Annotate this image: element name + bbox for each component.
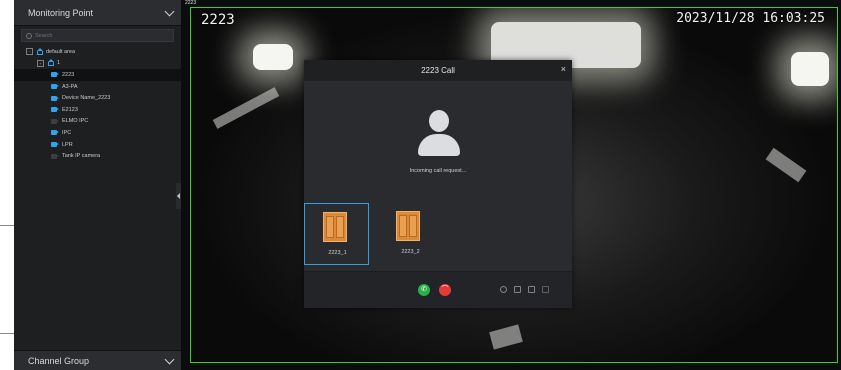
door-icon xyxy=(323,212,347,242)
door-icon xyxy=(396,211,420,241)
sidebar: Monitoring Point Search − default area +… xyxy=(14,0,181,370)
search-icon xyxy=(26,32,32,39)
group-label: 1 xyxy=(57,60,61,67)
monitoring-point-header[interactable]: Monitoring Point xyxy=(14,0,181,26)
camera-online-icon xyxy=(51,72,59,78)
call-dialog: 2223 Call × Incoming call request... 222… xyxy=(304,60,572,308)
collapse-toggle[interactable]: − xyxy=(26,48,33,56)
ceiling-light xyxy=(791,52,829,86)
tree-item-label: ELMO IPC xyxy=(62,118,89,125)
search-placeholder: Search xyxy=(35,32,53,39)
door-label: 2223_1 xyxy=(328,250,347,256)
caller-avatar-icon xyxy=(418,110,460,156)
chevron-down-icon[interactable] xyxy=(164,6,175,16)
camera-offline-icon xyxy=(51,153,59,159)
camera-online-icon xyxy=(51,142,59,148)
tree-item-elmo-ipc[interactable]: ELMO IPC xyxy=(14,116,181,128)
tree-item-label: Device Name_2223 xyxy=(62,95,111,102)
tree-item-lpr[interactable]: LPR xyxy=(14,139,181,151)
door-label: 2223_2 xyxy=(401,249,420,255)
call-dialog-title: 2223 Call xyxy=(421,66,455,75)
search-input[interactable]: Search xyxy=(21,29,174,42)
osd-timestamp: 2023/11/28 16:03:25 xyxy=(676,11,825,26)
tree-item-ipc[interactable]: IPC xyxy=(14,127,181,139)
ceiling-light xyxy=(253,44,293,70)
device-tree: − default area + 1 2223 A3-PA Device Nam… xyxy=(14,46,181,162)
outer-tick-line xyxy=(0,333,14,334)
osd-channel-name: 2223 xyxy=(201,12,235,28)
fullscreen-icon[interactable] xyxy=(542,286,549,293)
camera-online-icon xyxy=(51,130,59,136)
window-corner-label: 2223 xyxy=(185,0,197,6)
camera-offline-icon xyxy=(51,118,59,124)
call-status-text: Incoming call request... xyxy=(409,168,467,174)
close-icon[interactable]: × xyxy=(561,65,566,74)
settings-icon[interactable] xyxy=(500,286,507,293)
camera-online-icon xyxy=(51,95,59,101)
call-dialog-titlebar: 2223 Call × xyxy=(304,60,572,81)
light-reflection xyxy=(765,147,807,183)
hang-up-icon: ⌒ xyxy=(441,286,449,293)
monitoring-point-title: Monitoring Point xyxy=(28,7,94,18)
channel-group-header[interactable]: Channel Group xyxy=(14,350,181,370)
accept-call-button[interactable]: ✆ xyxy=(418,284,430,296)
tree-item-label: IPC xyxy=(62,129,72,136)
tree-area-default[interactable]: − default area xyxy=(14,46,181,58)
channel-group-title: Channel Group xyxy=(28,355,90,366)
tree-item-label: A3-PA xyxy=(62,83,78,90)
tree-item-label: Tank IP camera xyxy=(62,153,101,160)
outer-tick-line xyxy=(0,225,14,226)
tree-item-e2123[interactable]: E2123 xyxy=(14,104,181,116)
tree-group-1[interactable]: + 1 xyxy=(14,58,181,70)
chevron-down-icon[interactable] xyxy=(164,354,175,364)
home-icon xyxy=(37,47,43,55)
tree-item-tank-ip-camera[interactable]: Tank IP camera xyxy=(14,150,181,162)
grid-icon[interactable] xyxy=(528,286,535,293)
phone-icon: ✆ xyxy=(421,286,427,293)
area-label: default area xyxy=(46,48,76,55)
call-control-bar: ✆ ⌒ xyxy=(304,271,572,308)
tree-item-a3-pa[interactable]: A3-PA xyxy=(14,81,181,93)
camera-online-icon xyxy=(51,107,59,113)
reject-call-button[interactable]: ⌒ xyxy=(439,284,451,296)
door-option-2223-2[interactable]: 2223_2 xyxy=(378,203,443,265)
camera-online-icon xyxy=(51,84,59,90)
light-reflection xyxy=(489,324,523,350)
tree-item-label: LPR xyxy=(62,141,73,148)
light-reflection xyxy=(212,87,280,129)
expand-toggle[interactable]: + xyxy=(37,59,44,67)
tree-item-label: 2223 xyxy=(62,71,75,78)
tree-item-label: E2123 xyxy=(62,106,78,113)
door-option-2223-1[interactable]: 2223_1 xyxy=(304,203,369,265)
snapshot-icon[interactable] xyxy=(514,286,521,293)
home-icon xyxy=(48,59,54,67)
tree-item-2223[interactable]: 2223 xyxy=(14,69,181,81)
tree-item-device-name-2223[interactable]: Device Name_2223 xyxy=(14,92,181,104)
